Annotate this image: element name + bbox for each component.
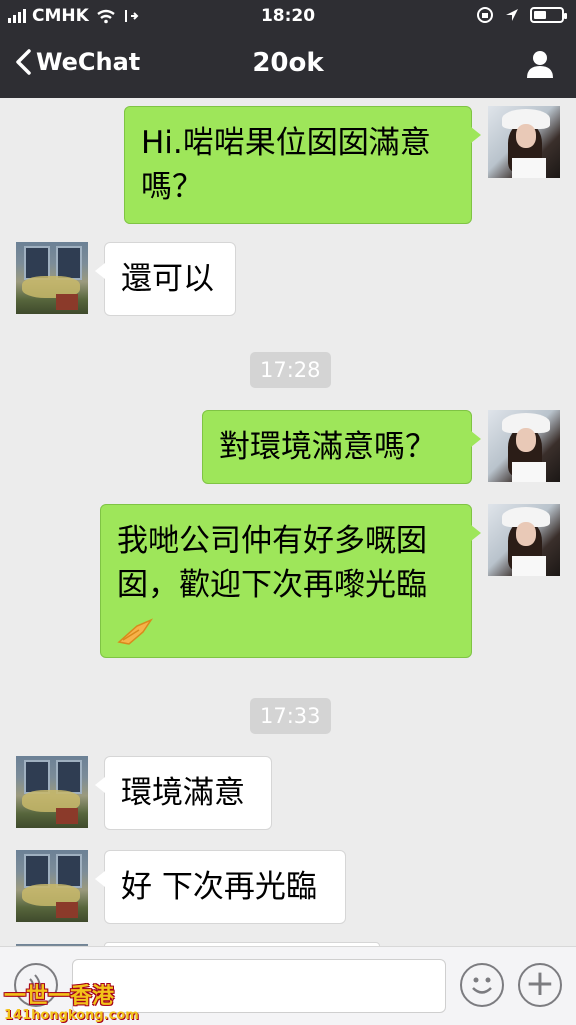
watermark-title: 一世一香港	[4, 984, 115, 1009]
watermark-logo: 一世一香港 141hongkong.com	[4, 978, 139, 1023]
avatar-self[interactable]	[488, 410, 560, 482]
clapping-hands-emoji-icon	[117, 617, 154, 645]
message-bubble-sent[interactable]: Hi.啱啱果位囡囡滿意嗎？	[124, 106, 481, 224]
avatar-self[interactable]	[488, 504, 560, 576]
emoji-button[interactable]	[460, 963, 504, 1007]
avatar-contact[interactable]	[16, 756, 88, 828]
top-bar: CMHK 18:20 WeChat 20ok	[0, 0, 576, 98]
status-bar: CMHK 18:20	[0, 6, 576, 28]
time-stamp: 17:33	[250, 698, 331, 734]
avatar-self[interactable]	[488, 106, 560, 178]
orientation-lock-icon	[477, 7, 493, 23]
nav-bar: WeChat 20ok	[0, 44, 576, 88]
battery-icon	[530, 7, 567, 23]
time-stamp: 17:28	[250, 352, 331, 388]
message-bubble-received[interactable]: 還可以	[95, 242, 236, 316]
message-bubble-sent[interactable]: 對環境滿意嗎？	[202, 410, 481, 484]
avatar-contact[interactable]	[16, 242, 88, 314]
chat-title: 20ok	[252, 48, 324, 78]
message-bubble-received[interactable]: 環境滿意	[95, 756, 272, 830]
watermark-url: 141hongkong.com	[4, 1008, 139, 1023]
message-bubble-received[interactable]: 好 下次再光臨	[95, 850, 346, 924]
location-icon	[506, 9, 518, 21]
profile-button[interactable]	[524, 48, 556, 84]
avatar-contact[interactable]	[16, 850, 88, 922]
smiley-icon	[472, 977, 492, 994]
message-text: 我哋公司仲有好多嘅囡囡，歡迎下次再嚟光臨	[117, 523, 427, 603]
person-icon	[527, 51, 553, 78]
message-bubble-sent[interactable]: 我哋公司仲有好多嘅囡囡，歡迎下次再嚟光臨	[100, 504, 481, 658]
more-button[interactable]: +	[518, 963, 562, 1007]
plus-icon: +	[524, 963, 556, 1004]
